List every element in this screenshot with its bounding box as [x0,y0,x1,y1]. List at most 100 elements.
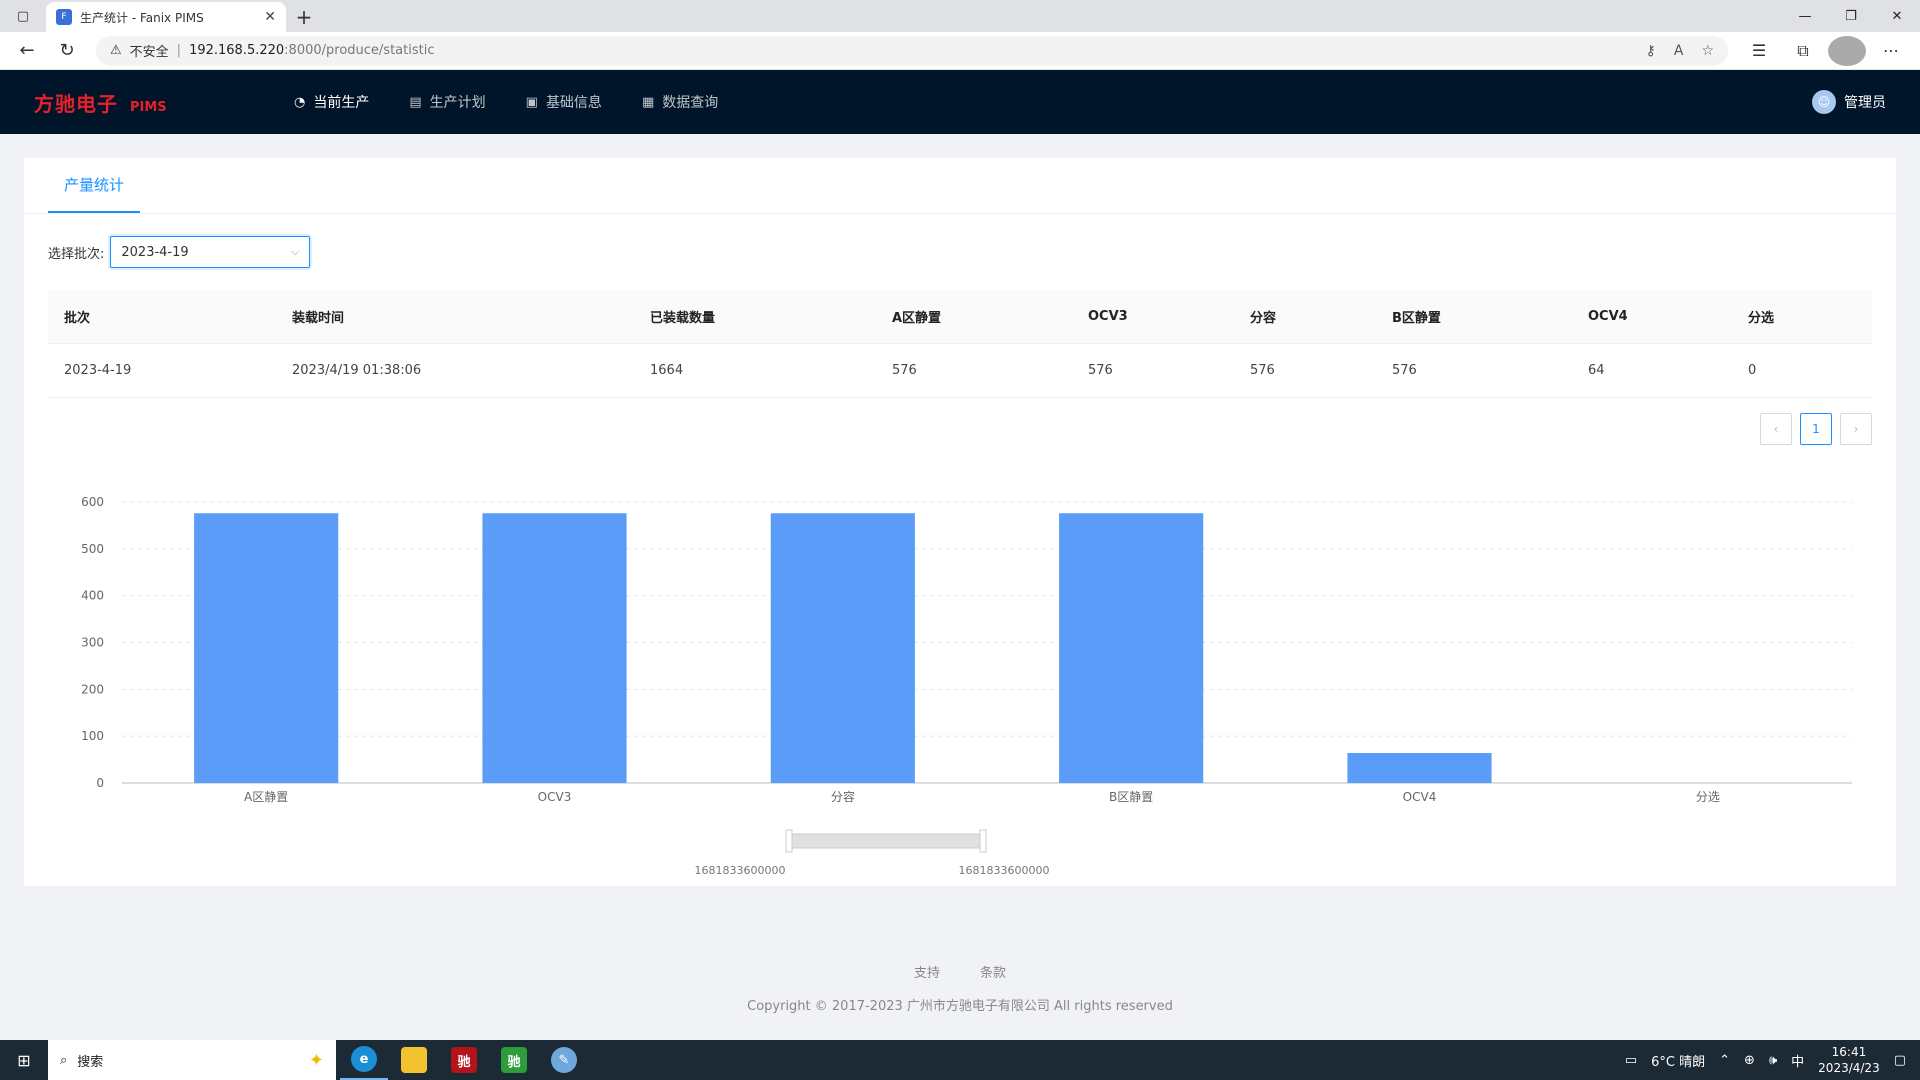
copyright: Copyright © 2017-2023 广州市方驰电子有限公司 All ri… [747,999,1173,1014]
y-tick-label: 200 [81,682,104,696]
network-icon[interactable]: ⊕ [1744,1053,1755,1068]
edge-app-icon[interactable]: e [340,1040,388,1080]
datazoom-handle-left [785,829,793,853]
refresh-icon[interactable]: ↻ [50,36,84,66]
table-icon: ▦ [641,94,655,110]
avatar: ☺ [1812,90,1836,114]
bar-chart: 0 100 200 300 400 500 600 A区静置 OCV3 分容 B区静置 OCV4 分选 1… [24,456,1896,886]
system-tray: ▭ 6°C 晴朗 ⌃ ⊕ 🕪 中 16:41 2023/4/23 ▢ [1625,1044,1920,1076]
page-number-button[interactable]: 1 [1800,413,1832,445]
clock[interactable]: 16:41 2023/4/23 [1818,1044,1880,1076]
taskbar-search[interactable]: ⌕ 搜索 ✦ [48,1040,336,1080]
column-header: 已装载数量 [650,311,716,326]
column-header: 装载时间 [292,311,345,326]
bar [770,513,915,783]
sparkle-icon: ✦ [308,1049,324,1071]
bar [1347,753,1492,783]
batch-select-value: 2023-4-19 [121,244,189,260]
column-header: A区静置 [892,311,942,326]
y-tick-label: 300 [81,636,104,650]
column-header: OCV4 [1588,309,1628,324]
back-icon[interactable]: ← [10,36,44,66]
menu-item-data-query[interactable]: ▦ 数据查询 [642,92,718,112]
x-tick-label: A区静置 [244,790,288,804]
menu-item-label: 生产计划 [429,95,486,111]
x-tick-label: B区静置 [1109,790,1153,804]
new-tab-button[interactable]: + [286,2,322,32]
bar [194,513,339,783]
footer-link-support[interactable]: 支持 [914,962,940,981]
volume-icon[interactable]: 🕪 [1769,1053,1777,1068]
close-tab-icon[interactable]: ✕ [264,9,276,25]
column-header: OCV3 [1088,309,1128,324]
x-tick-label: OCV4 [1403,790,1437,804]
app-chi-red-icon[interactable]: 驰 [440,1040,488,1080]
statistics-table: 批次 装载时间 已装载数量 A区静置 OCV3 分容 B区静置 OCV4 分选 … [48,290,1872,398]
menu-item-label: 基础信息 [545,95,602,111]
x-tick-label: OCV3 [538,790,572,804]
collections-icon[interactable]: ⧉ [1784,36,1822,66]
menu-item-label: 当前生产 [313,95,370,111]
bar [482,513,627,783]
user-name: 管理员 [1844,95,1886,111]
chevron-down-icon: ⌵ [291,245,300,258]
weather-text[interactable]: 6°C 晴朗 [1651,1051,1705,1070]
page-footer: 支持 条款 Copyright © 2017-2023 广州市方驰电子有限公司 … [0,962,1920,1014]
column-header: 分选 [1748,311,1775,326]
brand-name: 方驰电子 [34,91,118,116]
key-icon[interactable]: ⚷ [1646,43,1656,59]
windows-start-icon[interactable]: ⊞ [0,1040,48,1080]
favorite-add-icon[interactable]: ☆ [1701,43,1714,59]
column-header: 分容 [1250,311,1277,326]
table-cell: 2023/4/19 01:38:06 [292,363,422,378]
main-menu: ◔ 当前生产 ▤ 生产计划 ▣ 基础信息 ▦ 数据查询 [294,92,718,112]
minimize-icon[interactable]: — [1782,0,1828,32]
calendar-icon: ▤ [409,94,422,110]
x-tick-label: 分选 [1696,790,1720,804]
url-separator: | [176,43,182,58]
tab-actions-icon[interactable]: ▢ [0,0,46,32]
menu-item-current-production[interactable]: ◔ 当前生产 [294,92,369,112]
browser-tab[interactable]: F 生产统计 - Fanix PIMS ✕ [46,2,286,32]
pagination: ‹ 1 › [1760,413,1872,445]
paint-app-icon[interactable]: ✎ [540,1040,588,1080]
read-aloud-icon[interactable]: A [1674,43,1684,59]
ime-indicator[interactable]: 中 [1791,1051,1804,1070]
more-icon[interactable]: ⋯ [1872,36,1910,66]
app-chi-green-icon[interactable]: 驰 [490,1040,538,1080]
profile-icon[interactable] [1828,35,1866,66]
url-path: :8000/produce/statistic [284,43,435,58]
table-cell: 1664 [650,363,684,378]
tab-title: 生产统计 - Fanix PIMS [80,10,204,25]
clock-time: 16:41 [1831,1045,1867,1059]
info-icon: ▣ [525,94,538,110]
footer-link-terms[interactable]: 条款 [980,962,1006,981]
menu-item-production-plan[interactable]: ▤ 生产计划 [409,92,485,112]
window-controls: — ❐ ✕ [1782,0,1920,32]
batch-filter: 选择批次: 2023-4-19 ⌵ [48,236,311,268]
datazoom-start-label: 1681833600000 [695,864,786,877]
close-window-icon[interactable]: ✕ [1874,0,1920,32]
table-cell: 576 [1088,363,1113,378]
batch-select[interactable]: 2023-4-19 ⌵ [110,236,311,268]
y-tick-label: 100 [81,729,104,743]
favorites-icon[interactable]: ☰ [1740,36,1778,66]
notification-icon[interactable]: ▢ [1894,1053,1906,1068]
file-explorer-icon[interactable] [390,1040,438,1080]
table-cell: 2023-4-19 [64,363,132,378]
menu-item-basic-info[interactable]: ▣ 基础信息 [526,92,602,112]
restore-icon[interactable]: ❐ [1828,0,1874,32]
url-field[interactable]: ⚠ 不安全 | 192.168.5.220:8000/produce/stati… [96,35,1728,66]
datazoom-handle-right [979,829,987,853]
prev-page-button[interactable]: ‹ [1760,413,1792,445]
chevron-up-icon[interactable]: ⌃ [1719,1053,1730,1068]
table-header: 批次 装载时间 已装载数量 A区静置 OCV3 分容 B区静置 OCV4 分选 [48,290,1872,344]
y-tick-label: 600 [81,495,104,509]
user-menu[interactable]: ☺ 管理员 [1812,90,1886,114]
address-bar: ← ↻ ⚠ 不安全 | 192.168.5.220:8000/produce/s… [0,32,1920,70]
next-page-button[interactable]: › [1840,413,1872,445]
browser-tab-strip: ▢ F 生产统计 - Fanix PIMS ✕ + — ❐ ✕ [0,0,1920,32]
favicon-icon: F [56,9,72,25]
tab-output-statistics[interactable]: 产量统计 [48,157,141,213]
search-icon: ⌕ [60,1052,68,1068]
